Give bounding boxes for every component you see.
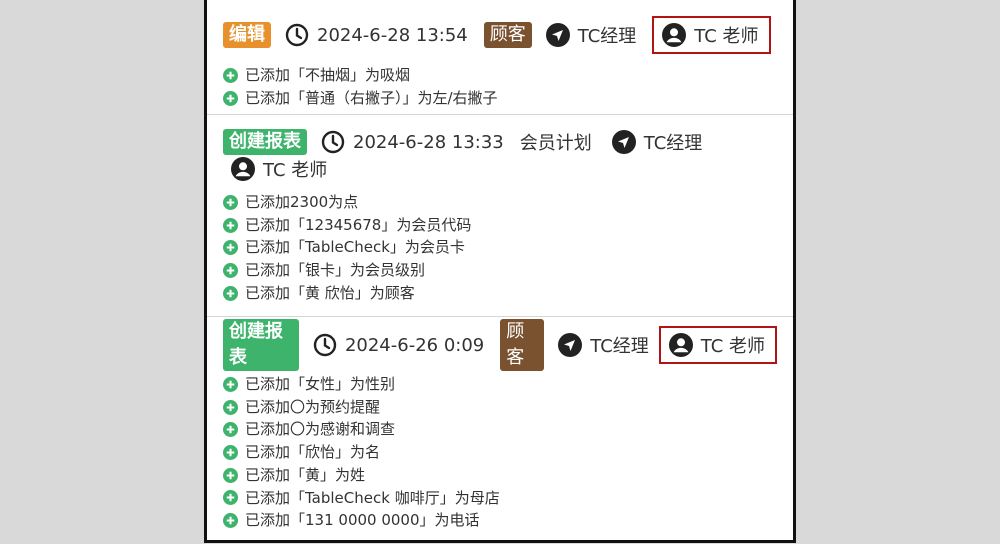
entry-header: 创建报表 2024-6-26 0:09 顾客 TC经理 TC 老师 — [223, 317, 777, 373]
navigation-arrow-icon — [558, 333, 583, 357]
timestamp-text: 2024-6-28 13:54 — [317, 24, 468, 46]
plus-circle-icon — [223, 194, 238, 210]
change-item: 已添加「131 0000 0000」为电话 — [223, 509, 777, 532]
plus-circle-icon — [223, 490, 238, 506]
user-highlighted: TC 老师 — [658, 326, 777, 364]
plus-circle-icon — [223, 262, 238, 278]
change-item: 已添加「黄 欣怡」为顾客 — [223, 282, 777, 305]
change-item: 已添加「普通（右撇子）」为左/右撇子 — [223, 87, 777, 110]
timestamp-text: 2024-6-28 13:33 — [353, 131, 504, 153]
entry-header: 创建报表 2024-6-28 13:33 会员计划 TC经理 TC 老师 — [223, 115, 777, 183]
change-item: 已添加「欣怡」为名 — [223, 441, 777, 464]
user-circle-icon — [231, 157, 255, 181]
plus-circle-icon — [223, 285, 238, 301]
manager: TC经理 — [611, 129, 703, 155]
manager: TC经理 — [545, 22, 637, 48]
user-name: TC 老师 — [700, 336, 765, 357]
change-item: 已添加「女性」为性别 — [223, 373, 777, 396]
clock-icon — [313, 333, 337, 357]
plus-circle-icon — [223, 467, 238, 483]
change-item: 已添加〇为预约提醒 — [223, 396, 777, 419]
manager-name: TC经理 — [643, 133, 703, 154]
change-item: 已添加2300为点 — [223, 191, 777, 214]
change-item: 已添加「不抽烟」为吸烟 — [223, 64, 777, 87]
timestamp: 2024-6-28 13:33 — [321, 130, 504, 154]
create-report-badge: 创建报表 — [223, 129, 307, 155]
change-list: 已添加「女性」为性别 已添加〇为预约提醒 已添加〇为感谢和调查 已添加「欣怡」为… — [223, 373, 777, 538]
history-entry: 编辑 2024-6-28 13:54 顾客 TC经理 TC 老师 已添加「不抽烟… — [207, 0, 793, 115]
user-name: TC 老师 — [263, 160, 328, 181]
clock-icon — [321, 130, 345, 154]
change-item: 已添加「银卡」为会员级别 — [223, 259, 777, 282]
change-item: 已添加〇为感谢和调查 — [223, 418, 777, 441]
edit-badge: 编辑 — [223, 22, 271, 48]
plus-circle-icon — [223, 422, 238, 438]
change-list: 已添加「不抽烟」为吸烟 已添加「普通（右撇子）」为左/右撇子 — [223, 64, 777, 115]
user-circle-icon — [668, 333, 693, 357]
navigation-arrow-icon — [545, 23, 570, 47]
history-panel: 编辑 2024-6-28 13:54 顾客 TC经理 TC 老师 已添加「不抽烟… — [204, 0, 796, 543]
manager-name: TC经理 — [590, 336, 649, 357]
membership-plan: 会员计划 — [519, 133, 592, 154]
navigation-arrow-icon — [611, 130, 636, 154]
change-item: 已添加「TableCheck」为会员卡 — [223, 236, 777, 259]
create-report-badge: 创建报表 — [223, 319, 299, 371]
change-list: 已添加2300为点 已添加「12345678」为会员代码 已添加「TableCh… — [223, 191, 777, 311]
change-item: 已添加「黄」为姓 — [223, 464, 777, 487]
user-name: TC 老师 — [694, 26, 759, 47]
change-item: 已添加「12345678」为会员代码 — [223, 214, 777, 237]
user-highlighted: TC 老师 — [652, 16, 771, 54]
customer-badge: 顾客 — [483, 22, 532, 48]
entry-header: 编辑 2024-6-28 13:54 顾客 TC经理 TC 老师 — [223, 0, 777, 70]
user-circle-icon — [662, 23, 687, 47]
manager-name: TC经理 — [577, 26, 637, 47]
change-item: 已添加「TableCheck 咖啡厅」为母店 — [223, 487, 777, 510]
plus-circle-icon — [223, 444, 238, 460]
timestamp-text: 2024-6-26 0:09 — [344, 334, 485, 356]
customer-badge: 顾客 — [500, 319, 545, 371]
user: TC 老师 — [231, 156, 327, 182]
history-entry: 创建报表 2024-6-28 13:33 会员计划 TC经理 TC 老师 已添加… — [207, 115, 793, 317]
timestamp: 2024-6-26 0:09 — [313, 333, 484, 357]
plus-circle-icon — [223, 217, 238, 233]
plus-circle-icon — [223, 513, 238, 529]
plus-circle-icon — [223, 376, 238, 392]
history-entry: 创建报表 2024-6-26 0:09 顾客 TC经理 TC 老师 已添加「女性… — [207, 317, 793, 539]
plus-circle-icon — [223, 399, 238, 415]
manager: TC经理 — [558, 332, 649, 358]
timestamp: 2024-6-28 13:54 — [285, 23, 468, 47]
clock-icon — [285, 23, 309, 47]
plus-circle-icon — [223, 90, 238, 106]
plus-circle-icon — [223, 67, 238, 83]
plus-circle-icon — [223, 240, 238, 256]
